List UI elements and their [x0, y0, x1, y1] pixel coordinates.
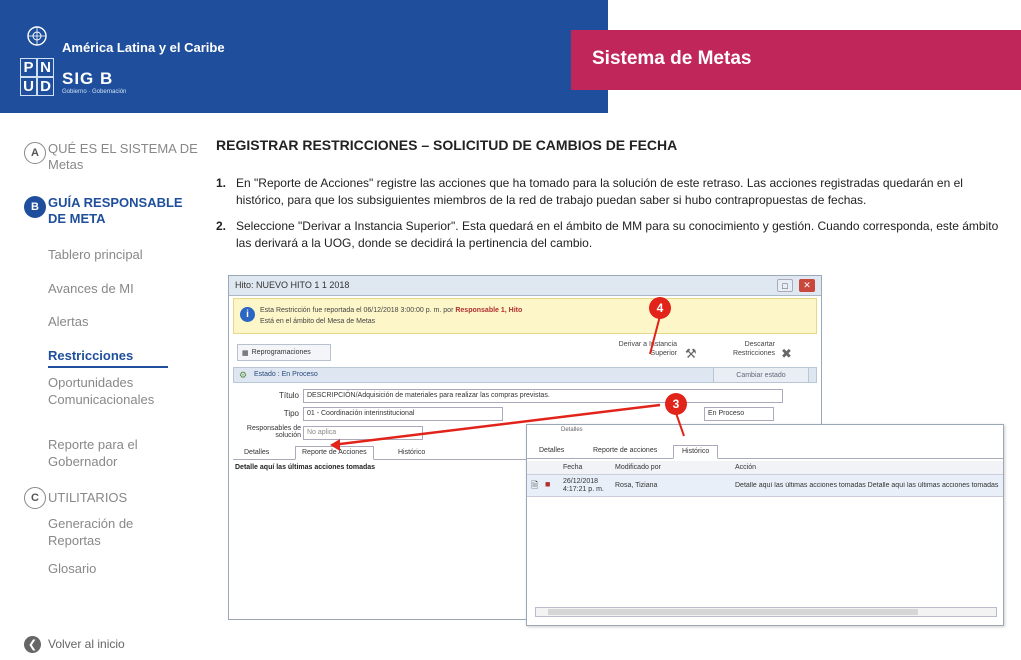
- callout-badge-4: 4: [649, 297, 671, 319]
- callout-arrows: [330, 315, 685, 451]
- callout-badge-3: 3: [665, 393, 687, 415]
